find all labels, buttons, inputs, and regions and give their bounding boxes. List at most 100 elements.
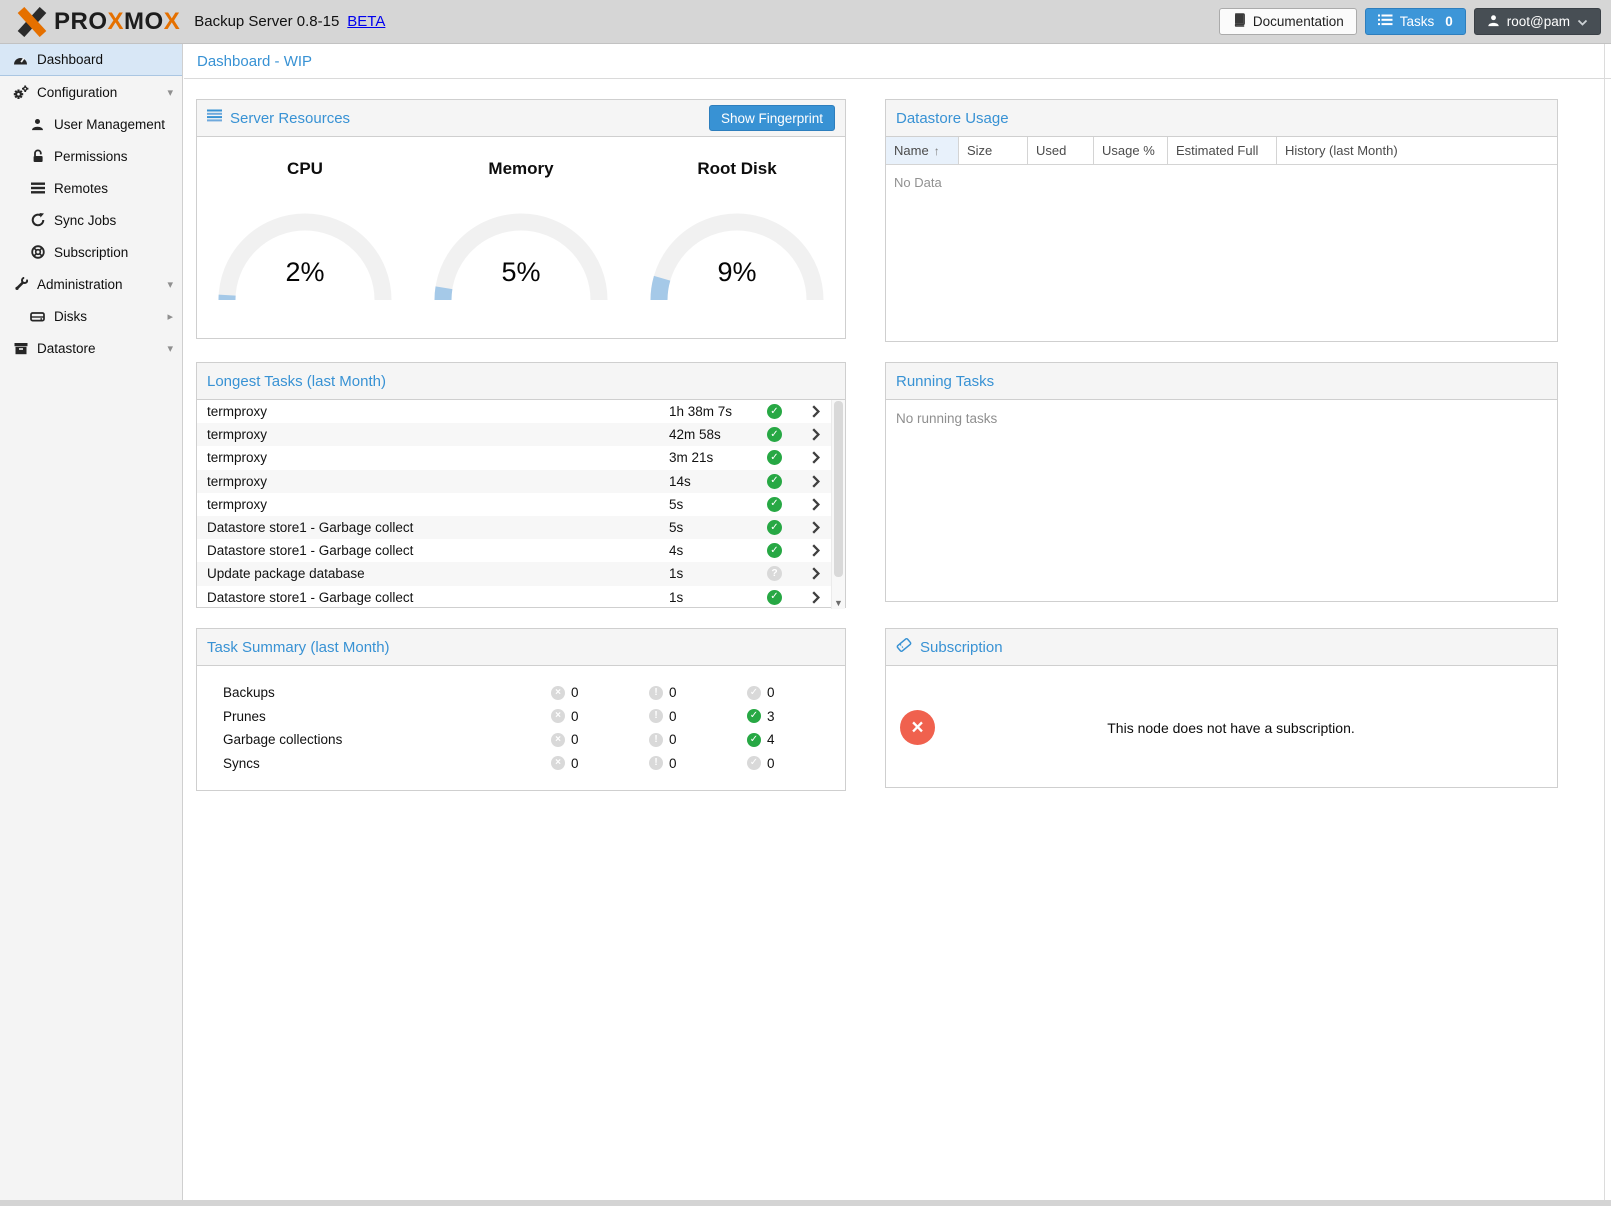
task-row[interactable]: Datastore store1 - Garbage collect 5s ✓ <box>197 516 831 539</box>
page-title: Dashboard - WIP <box>197 53 312 70</box>
no-subscription-icon: × <box>900 710 935 745</box>
sidebar-item-sync-jobs[interactable]: Sync Jobs <box>0 204 182 236</box>
product-version-label: Backup Server 0.8-15 <box>194 13 339 30</box>
task-row[interactable]: termproxy 14s ✓ <box>197 470 831 493</box>
caret-down-icon: ▾ <box>167 342 173 355</box>
chevron-right-icon[interactable] <box>801 428 831 441</box>
tasks-button[interactable]: Tasks 0 <box>1365 8 1466 35</box>
subscription-title: Subscription <box>920 639 1003 656</box>
status-ok-icon: ✓ <box>767 450 782 465</box>
sidebar-item-datastore[interactable]: Datastore ▾ <box>0 332 182 364</box>
cpu-gauge-value: 2% <box>210 257 400 288</box>
warning-count-icon: ! <box>649 709 663 723</box>
memory-gauge-value: 5% <box>426 257 616 288</box>
chevron-right-icon[interactable] <box>801 544 831 557</box>
column-header-size[interactable]: Size <box>959 137 1028 164</box>
scrollbar-thumb[interactable] <box>834 401 843 577</box>
tasks-scrollbar[interactable]: ▼ <box>831 400 845 609</box>
task-row[interactable]: termproxy 42m 58s ✓ <box>197 423 831 446</box>
user-icon <box>29 118 46 131</box>
task-row[interactable]: Datastore store1 - Garbage collect 1s ✓ <box>197 586 831 609</box>
task-row[interactable]: Datastore store1 - Garbage collect 4s ✓ <box>197 539 831 562</box>
chevron-right-icon[interactable] <box>801 567 831 580</box>
longest-tasks-title: Longest Tasks (last Month) <box>207 373 386 390</box>
datastore-usage-panel: Datastore Usage Name ↑ Size Used Usage %… <box>885 99 1558 342</box>
column-header-estimated-full[interactable]: Estimated Full <box>1168 137 1277 164</box>
sidebar-item-disks[interactable]: Disks ▸ <box>0 300 182 332</box>
documentation-button[interactable]: Documentation <box>1219 8 1357 35</box>
beta-link[interactable]: BETA <box>347 13 385 30</box>
status-ok-icon: ✓ <box>767 427 782 442</box>
chevron-down-icon <box>1577 14 1588 29</box>
sidebar-item-user-management[interactable]: User Management <box>0 108 182 140</box>
server-resources-icon <box>207 109 222 127</box>
life-ring-icon <box>29 245 46 259</box>
chevron-right-icon[interactable] <box>801 521 831 534</box>
page-header: Dashboard - WIP <box>184 44 1611 79</box>
show-fingerprint-button[interactable]: Show Fingerprint <box>709 105 835 131</box>
subscription-message: This node does not have a subscription. <box>935 720 1557 736</box>
running-tasks-title: Running Tasks <box>896 373 994 390</box>
scrollbar-down-arrow[interactable]: ▼ <box>832 598 845 608</box>
chevron-right-icon[interactable] <box>801 591 831 604</box>
error-count-icon: × <box>551 733 565 747</box>
top-bar: PROXMOX Backup Server 0.8-15 BETA Docume… <box>0 0 1611 44</box>
book-icon <box>1232 13 1246 30</box>
longest-tasks-list: termproxy 1h 38m 7s ✓ termproxy 42m 58s … <box>197 400 845 609</box>
warning-count-icon: ! <box>649 733 663 747</box>
sidebar-item-dashboard[interactable]: Dashboard <box>0 44 182 76</box>
column-header-name[interactable]: Name ↑ <box>886 137 959 164</box>
running-tasks-panel: Running Tasks No running tasks <box>885 362 1558 602</box>
gears-icon <box>12 85 29 100</box>
root-disk-gauge: Root Disk 9% <box>637 159 837 339</box>
task-row[interactable]: Update package database 1s ? <box>197 562 831 585</box>
status-ok-icon: ✓ <box>767 474 782 489</box>
status-ok-icon: ✓ <box>767 404 782 419</box>
task-summary-title: Task Summary (last Month) <box>207 639 390 656</box>
sidebar-nav: Dashboard Configuration <box>0 44 183 1200</box>
chevron-right-icon[interactable] <box>801 405 831 418</box>
ok-count-icon: ✓ <box>747 756 761 770</box>
column-header-usage-pct[interactable]: Usage % <box>1094 137 1168 164</box>
archive-box-icon <box>12 342 29 355</box>
root-disk-gauge-value: 9% <box>642 257 832 288</box>
chevron-right-icon[interactable] <box>801 475 831 488</box>
warning-count-icon: ! <box>649 686 663 700</box>
server-resources-title: Server Resources <box>230 110 350 127</box>
error-count-icon: × <box>551 756 565 770</box>
datastore-usage-title: Datastore Usage <box>896 110 1009 127</box>
sidebar-item-subscription[interactable]: Subscription <box>0 236 182 268</box>
longest-tasks-panel: Longest Tasks (last Month) termproxy 1h … <box>196 362 846 608</box>
hard-disk-icon <box>29 310 46 323</box>
status-ok-icon: ✓ <box>767 590 782 605</box>
subscription-panel: Subscription × This node does not have a… <box>885 628 1558 788</box>
wrench-icon <box>12 277 29 291</box>
chevron-right-icon[interactable] <box>801 498 831 511</box>
dashboard-icon <box>12 53 29 67</box>
sidebar-item-configuration[interactable]: Configuration ▾ <box>0 76 182 108</box>
task-summary-row: Syncs ×0 !0 ✓0 <box>197 752 845 776</box>
running-tasks-empty-text: No running tasks <box>886 400 1557 603</box>
brand-wordmark: PROXMOX <box>54 8 180 36</box>
tasks-count-badge: 0 <box>1445 14 1453 29</box>
content-right-edge <box>1604 44 1605 1200</box>
task-row[interactable]: termproxy 1h 38m 7s ✓ <box>197 400 831 423</box>
task-row[interactable]: termproxy 3m 21s ✓ <box>197 446 831 469</box>
column-header-history[interactable]: History (last Month) <box>1277 137 1557 164</box>
error-count-icon: × <box>551 686 565 700</box>
main-content: Dashboard - WIP Server Resources Show Fi… <box>184 44 1611 1200</box>
ok-count-icon: ✓ <box>747 709 761 723</box>
sidebar-item-permissions[interactable]: Permissions <box>0 140 182 172</box>
chevron-right-icon[interactable] <box>801 451 831 464</box>
task-summary-row: Prunes ×0 !0 ✓3 <box>197 705 845 729</box>
status-unknown-icon: ? <box>767 566 782 581</box>
sidebar-item-administration[interactable]: Administration ▾ <box>0 268 182 300</box>
task-list-icon <box>1378 14 1393 29</box>
column-header-used[interactable]: Used <box>1028 137 1094 164</box>
task-summary-panel: Task Summary (last Month) Backups ×0 !0 … <box>196 628 846 791</box>
sidebar-item-remotes[interactable]: Remotes <box>0 172 182 204</box>
caret-down-icon: ▾ <box>167 86 173 99</box>
warning-count-icon: ! <box>649 756 663 770</box>
task-row[interactable]: termproxy 5s ✓ <box>197 493 831 516</box>
user-menu-button[interactable]: root@pam <box>1474 8 1601 35</box>
